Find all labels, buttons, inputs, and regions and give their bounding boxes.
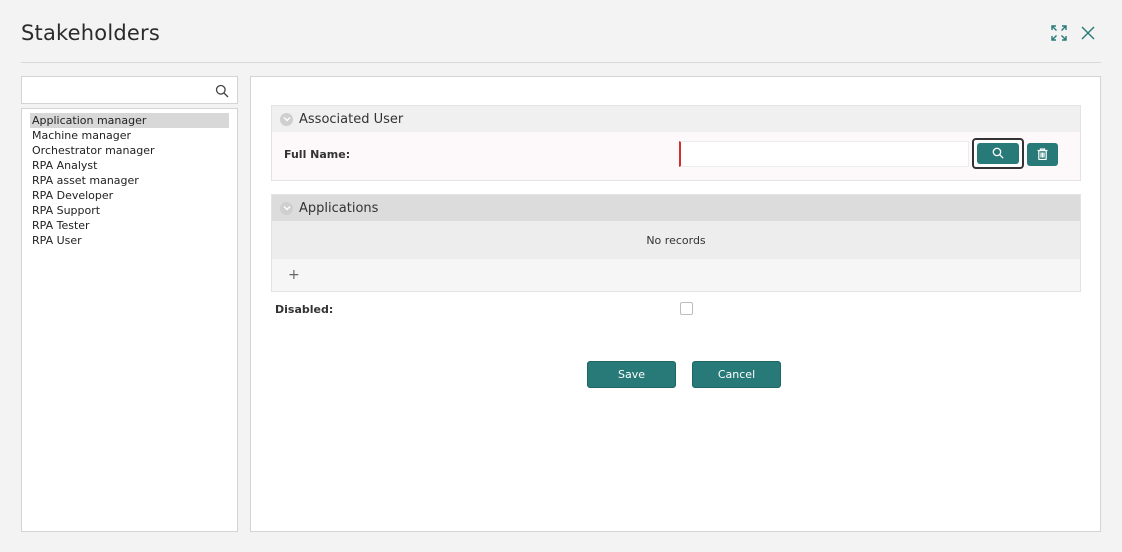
add-application-button[interactable]: + [288,267,300,283]
full-name-label: Full Name: [284,148,351,161]
associated-user-section: Associated User Full Name: [271,105,1081,181]
disabled-checkbox[interactable] [680,302,693,315]
associated-user-heading: Associated User [299,111,404,127]
header-actions [1051,25,1096,41]
save-button[interactable]: Save [587,361,676,388]
find-user-button[interactable] [972,138,1024,169]
roles-panel: Application manager Machine manager Orch… [21,76,238,532]
role-item-machine-manager[interactable]: Machine manager [30,128,229,143]
role-list: Application manager Machine manager Orch… [21,108,238,532]
add-application-row: + [272,259,1080,291]
role-item-orchestrator-manager[interactable]: Orchestrator manager [30,143,229,158]
detail-panel: Associated User Full Name: Applications … [250,76,1101,532]
role-item-rpa-support[interactable]: RPA Support [30,203,229,218]
disabled-label: Disabled: [275,303,334,316]
role-item-application-manager[interactable]: Application manager [30,113,229,128]
search-icon[interactable] [215,83,229,102]
role-item-rpa-user[interactable]: RPA User [30,233,229,248]
close-icon[interactable] [1080,25,1096,41]
role-item-rpa-tester[interactable]: RPA Tester [30,218,229,233]
chevron-down-icon[interactable] [280,201,293,215]
applications-heading: Applications [299,200,379,216]
trash-icon [1037,145,1048,164]
full-name-row: Full Name: [272,132,1080,180]
find-user-button-inner [977,143,1019,164]
associated-user-header[interactable]: Associated User [272,106,1080,132]
role-item-rpa-developer[interactable]: RPA Developer [30,188,229,203]
chevron-down-icon[interactable] [280,112,293,126]
applications-section: Applications No records + [271,194,1081,292]
dialog-title: Stakeholders [21,21,160,45]
header-divider [21,62,1101,63]
clear-user-button[interactable] [1027,143,1058,166]
role-search [21,76,238,104]
cancel-button[interactable]: Cancel [692,361,781,388]
search-icon [992,144,1004,163]
role-search-input[interactable] [22,77,202,103]
applications-empty-message: No records [272,221,1080,259]
expand-icon[interactable] [1051,25,1067,41]
full-name-input[interactable] [681,142,968,166]
full-name-field-wrapper [679,141,969,167]
role-item-rpa-asset-manager[interactable]: RPA asset manager [30,173,229,188]
role-item-rpa-analyst[interactable]: RPA Analyst [30,158,229,173]
applications-header[interactable]: Applications [272,195,1080,221]
